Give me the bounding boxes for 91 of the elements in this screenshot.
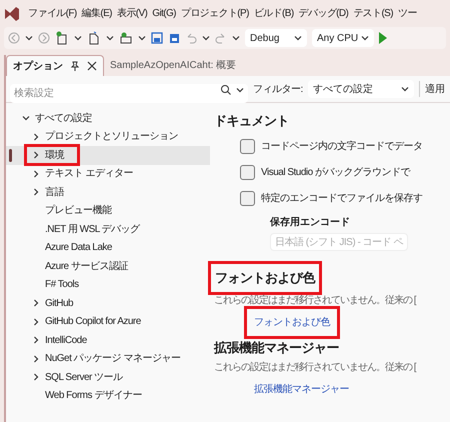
tree-row[interactable]: 言語: [6, 183, 210, 202]
back-icon: [8, 32, 20, 44]
section-heading: ドキュメント: [214, 112, 289, 130]
section-heading: フォントおよび色: [210, 263, 320, 293]
menu-item[interactable]: ファイル(F): [28, 6, 77, 21]
dropdown-value: Debug: [250, 32, 280, 46]
filter-label: フィルター:: [253, 82, 303, 96]
caret-icon: [25, 34, 33, 42]
checkbox[interactable]: [240, 190, 255, 206]
menu-item[interactable]: テスト(S): [353, 6, 393, 21]
new-project-icon: [55, 31, 69, 45]
checkbox-label: Visual Studio がバックグラウンドで: [261, 166, 410, 180]
menu-item[interactable]: 編集(E): [82, 6, 112, 21]
pin-icon: [70, 61, 80, 71]
menu-item[interactable]: ビルド(B): [254, 6, 294, 21]
redo-icon: [215, 32, 227, 44]
tree-item[interactable]: Azure Data Lake: [45, 240, 112, 256]
caret-icon: [232, 34, 240, 42]
logo-icon: [4, 6, 20, 22]
tree-item[interactable]: .NET 用 WSL デバッグ: [45, 222, 140, 237]
tree-item[interactable]: NuGet パッケージ マネージャー: [45, 351, 180, 366]
forward-icon: [38, 32, 50, 44]
play-icon: [379, 32, 387, 44]
caret-icon: [236, 86, 244, 94]
caret-icon: [400, 85, 409, 93]
tree-item[interactable]: IntelliCode: [45, 332, 87, 348]
add-item-icon: [119, 31, 133, 45]
checkbox[interactable]: [240, 164, 255, 180]
settings-link[interactable]: 拡張機能マネージャー: [254, 382, 349, 396]
menu-item[interactable]: Git(G): [152, 6, 176, 21]
tab[interactable]: オプション: [6, 55, 104, 76]
tree-row[interactable]: SQL Server ツール: [6, 368, 210, 386]
menu-item[interactable]: デバッグ(D): [298, 6, 348, 21]
checkbox-label: コードページ内の文字コードでデータ: [261, 140, 422, 154]
tree-item[interactable]: Azure サービス認証: [45, 258, 128, 274]
checkbox-label: 特定のエンコードでファイルを保存す: [261, 192, 422, 206]
tree-item-selected[interactable]: 環境: [6, 146, 210, 164]
caret-icon: [294, 34, 302, 42]
tree-row[interactable]: IntelliCode: [6, 331, 210, 350]
tree-row[interactable]: .NET 用 WSL デバッグ: [6, 220, 210, 238]
caret-icon: [361, 34, 369, 42]
search-field[interactable]: 検索設定: [10, 84, 248, 102]
tree-item[interactable]: Web Forms デザイナー: [45, 388, 142, 404]
menu-item[interactable]: 表示(V): [116, 6, 148, 21]
tree-item[interactable]: 言語: [45, 184, 64, 200]
tree-item[interactable]: プレビュー機能: [45, 203, 112, 218]
caret-icon: [74, 34, 82, 42]
checkbox[interactable]: [240, 138, 255, 154]
tree-row[interactable]: Azure Data Lake: [6, 238, 210, 257]
tree-item[interactable]: SQL Server ツール: [45, 370, 123, 385]
search-icon: [220, 84, 232, 96]
caret-icon: [138, 34, 146, 42]
caret-icon: [202, 34, 210, 42]
dropdown[interactable]: すべての設定: [308, 80, 414, 98]
tree-row[interactable]: プロジェクトとソリューション: [6, 128, 210, 146]
tree-row[interactable]: F# Tools: [6, 276, 210, 294]
tree-item[interactable]: 環境: [45, 148, 64, 163]
apply-button[interactable]: 適用: [424, 82, 445, 96]
tree-row[interactable]: GitHub Copilot for Azure: [6, 312, 210, 331]
settings-link[interactable]: フォントおよび色: [246, 308, 338, 336]
save-icon: [151, 32, 163, 44]
tree-row[interactable]: すべての設定: [6, 109, 210, 128]
tree-row[interactable]: テキスト エディター: [6, 164, 210, 183]
menu-item[interactable]: プロジェクト(P): [180, 6, 249, 21]
tree-item[interactable]: F# Tools: [45, 277, 79, 292]
tab[interactable]: SampleAzOpenAICaht: 概要: [104, 55, 242, 76]
tree-row[interactable]: NuGet パッケージ マネージャー: [6, 350, 210, 368]
tree-row[interactable]: GitHub: [6, 294, 210, 312]
close-icon: [87, 61, 97, 71]
dropdown-value: Any CPU: [317, 32, 358, 46]
save-all-icon: [168, 32, 180, 44]
tree-item[interactable]: プロジェクトとソリューション: [45, 129, 178, 144]
file-icon: [87, 31, 101, 45]
menu-item[interactable]: ツー: [398, 6, 417, 21]
tree-item[interactable]: テキスト エディター: [45, 166, 133, 182]
tree-row[interactable]: Azure サービス認証: [6, 257, 210, 276]
tree-item[interactable]: すべての設定: [35, 110, 92, 126]
description-text: これらの設定はまだ移行されていません。従来の [: [214, 294, 416, 308]
section-heading: 拡張機能マネージャー: [214, 339, 339, 358]
caret-icon: [106, 34, 114, 42]
description-text: これらの設定はまだ移行されていません。従来の [: [214, 360, 416, 375]
selection-marker: [9, 149, 12, 162]
tree-row[interactable]: プレビュー機能: [6, 202, 210, 220]
undo-icon: [185, 32, 197, 44]
dropdown[interactable]: Debug: [245, 29, 307, 47]
dropdown-value: すべての設定: [312, 82, 373, 96]
dropdown[interactable]: Any CPU: [312, 29, 374, 47]
field-label: 保存用エンコード: [268, 216, 351, 230]
tree-item[interactable]: GitHub: [45, 296, 74, 311]
tree-item[interactable]: GitHub Copilot for Azure: [45, 314, 141, 330]
tree-row[interactable]: Web Forms デザイナー: [6, 386, 210, 405]
